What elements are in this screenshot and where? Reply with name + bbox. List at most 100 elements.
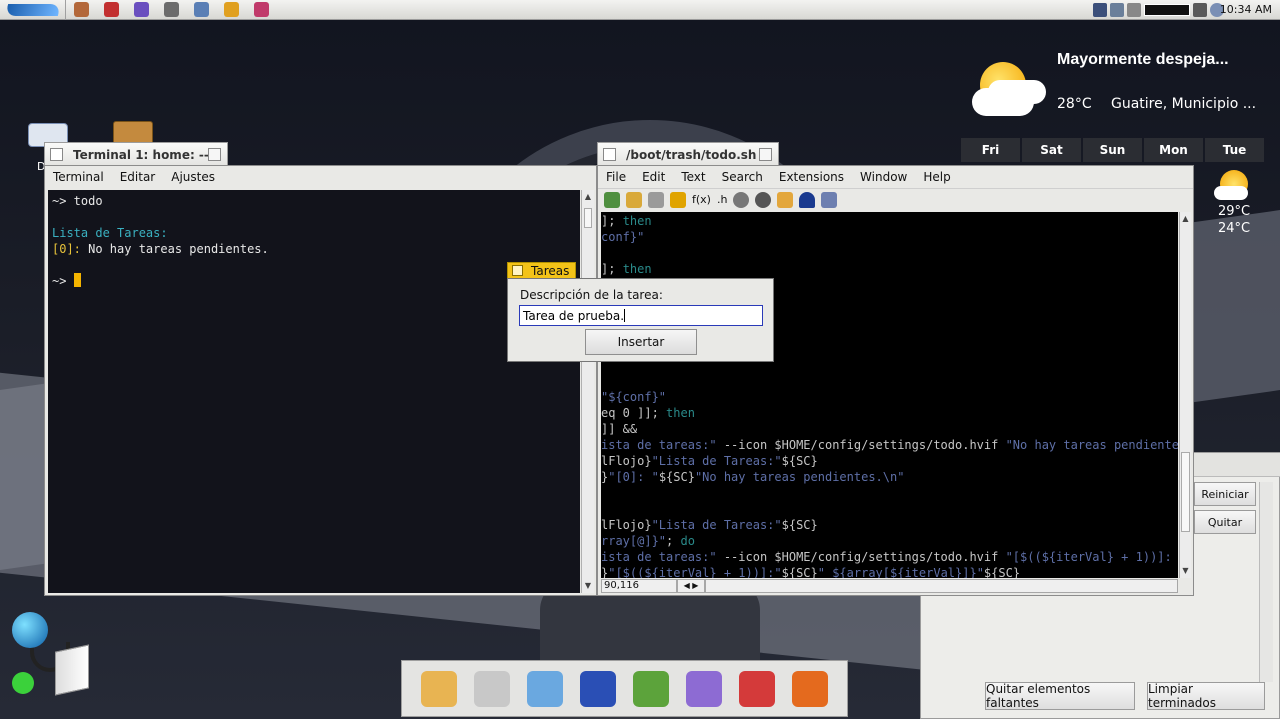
clock[interactable]: 10:34 AM xyxy=(1220,3,1272,16)
editor-menu-search[interactable]: Search xyxy=(714,170,771,184)
editor-text-area[interactable]: ]; then conf}"]; then "${conf}" eq 0 ]]; th… xyxy=(601,212,1178,578)
code-token: ${SC} xyxy=(781,566,818,578)
editor-menu-edit[interactable]: Edit xyxy=(634,170,673,184)
editor-title-tab[interactable]: /boot/trash/todo.sh xyxy=(597,142,779,166)
task-input-value: Tarea de prueba. xyxy=(523,309,625,323)
chat-icon[interactable] xyxy=(686,670,723,707)
wordprocessor-icon[interactable] xyxy=(579,670,616,707)
code-token: ; xyxy=(666,534,681,548)
restart-button[interactable]: Reiniciar xyxy=(1194,482,1256,506)
prompt-text: ~> xyxy=(52,274,74,288)
system-tray xyxy=(1093,2,1224,18)
battery-icon[interactable] xyxy=(1193,3,1207,17)
terminal-title-tab[interactable]: Terminal 1: home: -- xyxy=(44,142,228,166)
functions-menu[interactable]: f(x) xyxy=(692,193,711,206)
code-line: lFlojo}"Lista de Tareas:"${SC} xyxy=(601,517,1178,533)
weather-cloud-icon xyxy=(972,88,1034,116)
code-token: "Lista de Tareas:" xyxy=(651,454,782,468)
new-document-icon[interactable] xyxy=(604,191,620,208)
globe-icon[interactable] xyxy=(12,612,48,648)
check-syntax-icon[interactable] xyxy=(670,191,686,208)
terminal-scrollbar[interactable]: ▲ ▼ xyxy=(581,190,594,593)
keyboard-icon[interactable] xyxy=(1093,3,1107,17)
editor-menu-help[interactable]: Help xyxy=(915,170,958,184)
quick-launch-bar xyxy=(66,0,276,20)
terminal-icon[interactable] xyxy=(156,0,186,20)
code-token: "No hay tareas pendientes." xyxy=(1005,438,1178,452)
scroll-thumb[interactable] xyxy=(1181,452,1190,532)
terminal-menu-ajustes[interactable]: Ajustes xyxy=(163,170,223,184)
code-token: lFlojo} xyxy=(601,518,652,532)
close-box-icon[interactable] xyxy=(50,148,63,161)
code-token: lFlojo} xyxy=(601,454,652,468)
remove-missing-button[interactable]: Quitar elementos faltantes xyxy=(985,682,1135,710)
computer-icon[interactable] xyxy=(473,670,510,707)
zoom-box-icon[interactable] xyxy=(759,148,772,161)
text-caret xyxy=(624,309,626,322)
scroll-down-arrow-icon[interactable]: ▼ xyxy=(582,579,594,593)
app-menu-logo-icon[interactable] xyxy=(0,0,66,20)
volume-icon[interactable] xyxy=(1127,3,1141,17)
quit-button[interactable]: Quitar xyxy=(1194,510,1256,534)
settings-icon[interactable] xyxy=(186,0,216,20)
paint-icon[interactable] xyxy=(216,0,246,20)
close-box-icon[interactable] xyxy=(512,265,523,276)
scroll-up-arrow-icon[interactable]: ▲ xyxy=(1180,212,1191,226)
session-list-scrollbar[interactable] xyxy=(1259,482,1273,682)
code-token: then xyxy=(622,214,652,228)
editor-menu-text[interactable]: Text xyxy=(673,170,713,184)
editor-menu-window[interactable]: Window xyxy=(852,170,915,184)
terminal-line: ~> todo xyxy=(52,194,103,208)
horizontal-scrollbar[interactable] xyxy=(705,579,1178,593)
zoom-box-icon[interactable] xyxy=(208,148,221,161)
scroll-down-arrow-icon[interactable]: ▼ xyxy=(1180,564,1191,578)
insert-button[interactable]: Insertar xyxy=(585,329,697,355)
text-editor-icon[interactable] xyxy=(633,670,670,707)
code-token: ${SC} xyxy=(658,470,695,484)
task-dialog-tab[interactable]: Tareas xyxy=(507,262,576,279)
user-icon[interactable] xyxy=(799,191,816,208)
code-line: ista de tareas:" --icon $HOME/config/set… xyxy=(601,437,1178,453)
web-browser-icon[interactable] xyxy=(96,0,126,20)
editor-window: File Edit Text Search Extensions Window Help f… xyxy=(597,165,1194,596)
editor-menu-extensions[interactable]: Extensions xyxy=(771,170,852,184)
find-icon[interactable] xyxy=(733,191,750,208)
terminal-menu-editar[interactable]: Editar xyxy=(112,170,164,184)
code-token: ]; xyxy=(601,262,623,276)
close-box-icon[interactable] xyxy=(603,148,616,161)
task-description-input[interactable]: Tarea de prueba. xyxy=(519,305,763,326)
document-info-icon[interactable] xyxy=(821,191,838,208)
chat-icon[interactable] xyxy=(126,0,156,20)
code-token: "[$((${iterVal} + 1))]: ${array xyxy=(1005,550,1172,564)
edit-pencil-icon[interactable] xyxy=(777,191,794,208)
network-icon[interactable] xyxy=(246,0,276,20)
terminal-menu-terminal[interactable]: Terminal xyxy=(45,170,112,184)
network-status-icon[interactable] xyxy=(1110,3,1124,17)
paint-icon[interactable] xyxy=(792,670,829,707)
file-manager-icon[interactable] xyxy=(66,0,96,20)
computer-box-icon xyxy=(55,644,89,696)
editor-toolbar: f(x) .h xyxy=(598,188,1193,210)
clear-finished-button[interactable]: Limpiar terminados xyxy=(1147,682,1265,710)
folder-icon[interactable] xyxy=(420,670,457,707)
editor-menu-file[interactable]: File xyxy=(598,170,634,184)
molecule-icon[interactable] xyxy=(739,670,776,707)
forecast-high: 29°C xyxy=(1218,204,1251,219)
weather-forecast: Fri Sat Sun Mon Tue xyxy=(961,138,1264,162)
find-replace-icon[interactable] xyxy=(755,191,772,208)
terminal-title: Terminal 1: home: -- xyxy=(73,147,209,162)
headers-menu[interactable]: .h xyxy=(717,193,727,206)
editor-scrollbar[interactable]: ▲ ▼ xyxy=(1179,212,1191,578)
code-token: " ${array[${iterVal}]}" xyxy=(817,566,984,578)
terminal-output[interactable]: ~> todo Lista de Tareas: [0]: No hay tar… xyxy=(48,190,580,593)
cube-icon[interactable] xyxy=(526,670,563,707)
save-document-icon[interactable] xyxy=(648,191,664,208)
scroll-thumb[interactable] xyxy=(584,208,592,228)
scroll-up-arrow-icon[interactable]: ▲ xyxy=(582,190,594,204)
open-document-icon[interactable] xyxy=(626,191,642,208)
scroll-left-arrow-icon[interactable]: ◀ ▶ xyxy=(677,579,705,593)
code-line: conf}" xyxy=(601,229,1178,245)
